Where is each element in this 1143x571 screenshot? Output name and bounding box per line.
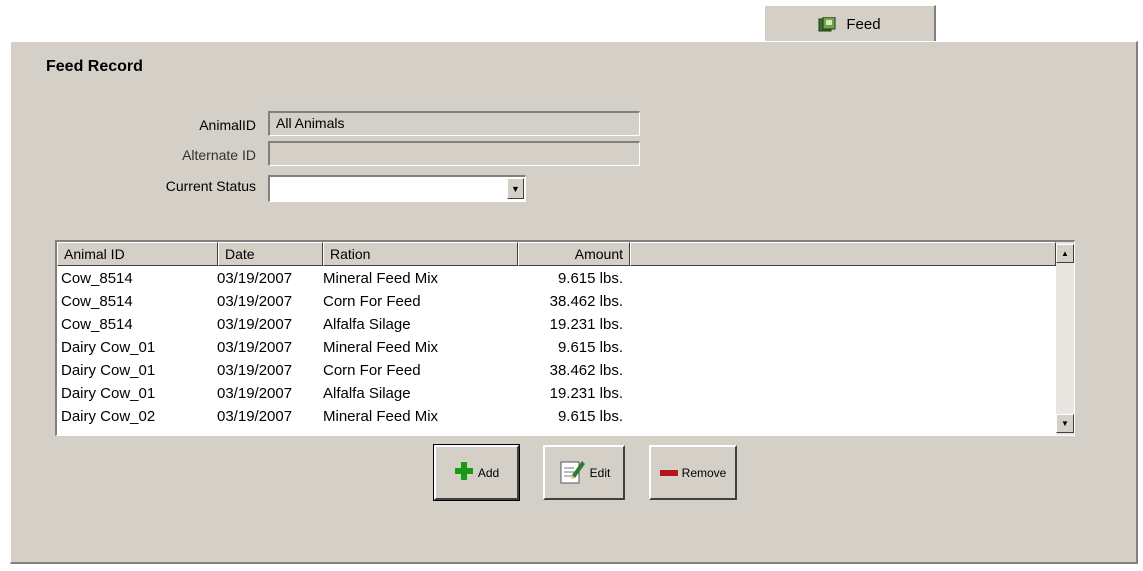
- add-button-label: Add: [477, 465, 500, 480]
- cell-date: 03/19/2007: [217, 408, 293, 425]
- cell-ration: Mineral Feed Mix: [323, 408, 439, 425]
- minus-icon: [659, 466, 678, 480]
- remove-button[interactable]: Remove: [649, 445, 737, 500]
- edit-button-label: Edit: [589, 465, 611, 480]
- current-status-label: Current Status: [165, 178, 256, 194]
- cell-amount: 19.231 lbs.: [549, 385, 623, 402]
- cell-date: 03/19/2007: [217, 385, 293, 402]
- feed-book-icon: [818, 16, 836, 33]
- cell-date: 03/19/2007: [217, 293, 293, 310]
- edit-button[interactable]: Edit: [543, 445, 625, 500]
- cell-amount: 19.231 lbs.: [549, 316, 623, 333]
- cell-animal-id: Cow_8514: [61, 316, 133, 333]
- panel-title: Feed Record: [46, 58, 143, 75]
- table-row[interactable]: Dairy Cow_01 03/19/2007 Mineral Feed Mix…: [57, 337, 1047, 359]
- edit-pencil-icon: [558, 457, 586, 488]
- cell-ration: Mineral Feed Mix: [323, 339, 439, 356]
- column-header-date[interactable]: Date: [218, 242, 323, 266]
- cell-amount: 38.462 lbs.: [549, 293, 623, 310]
- cell-animal-id: Dairy Cow_01: [61, 385, 156, 402]
- remove-button-label: Remove: [681, 465, 727, 480]
- cell-ration: Alfalfa Silage: [323, 316, 411, 333]
- column-header-ration[interactable]: Ration: [323, 242, 518, 266]
- cell-amount: 9.615 lbs.: [557, 408, 623, 425]
- table-row[interactable]: Cow_8514 03/19/2007 Mineral Feed Mix 9.6…: [57, 268, 1047, 290]
- cell-ration: Mineral Feed Mix: [323, 270, 439, 287]
- scroll-down-icon[interactable]: ▼: [1056, 414, 1074, 433]
- column-header-filler: [630, 242, 1056, 266]
- tab-feed[interactable]: Feed: [764, 5, 936, 43]
- cell-ration: Corn For Feed: [323, 362, 421, 379]
- cell-animal-id: Cow_8514: [61, 270, 133, 287]
- animal-id-field[interactable]: All Animals: [268, 111, 640, 136]
- feed-records-grid[interactable]: Animal ID Date Ration Amount Cow_8514 03…: [55, 240, 1075, 436]
- cell-amount: 38.462 lbs.: [549, 362, 623, 379]
- table-row[interactable]: Cow_8514 03/19/2007 Alfalfa Silage 19.23…: [57, 314, 1047, 336]
- cell-date: 03/19/2007: [217, 339, 293, 356]
- cell-date: 03/19/2007: [217, 270, 293, 287]
- alternate-id-field[interactable]: [268, 141, 640, 166]
- cell-animal-id: Cow_8514: [61, 293, 133, 310]
- cell-amount: 9.615 lbs.: [557, 339, 623, 356]
- cell-date: 03/19/2007: [217, 316, 293, 333]
- column-header-animal-id[interactable]: Animal ID: [57, 242, 218, 266]
- cell-ration: Alfalfa Silage: [323, 385, 411, 402]
- add-button[interactable]: Add: [433, 444, 520, 501]
- dropdown-arrow-icon[interactable]: ▼: [507, 178, 524, 199]
- cell-amount: 9.615 lbs.: [557, 270, 623, 287]
- tab-feed-label: Feed: [846, 16, 881, 33]
- table-row[interactable]: Dairy Cow_01 03/19/2007 Corn For Feed 38…: [57, 360, 1047, 382]
- scroll-up-icon[interactable]: ▲: [1056, 244, 1074, 263]
- table-row[interactable]: Cow_8514 03/19/2007 Corn For Feed 38.462…: [57, 291, 1047, 313]
- alternate-id-label: Alternate ID: [182, 147, 256, 163]
- animal-id-label: AnimalID: [199, 117, 256, 133]
- vertical-scrollbar[interactable]: ▲ ▼: [1056, 242, 1074, 435]
- table-row[interactable]: Dairy Cow_02 03/19/2007 Mineral Feed Mix…: [57, 406, 1047, 428]
- column-header-amount[interactable]: Amount: [518, 242, 630, 266]
- cell-date: 03/19/2007: [217, 362, 293, 379]
- cell-ration: Corn For Feed: [323, 293, 421, 310]
- table-row[interactable]: Dairy Cow_01 03/19/2007 Alfalfa Silage 1…: [57, 383, 1047, 405]
- current-status-select[interactable]: ▼: [268, 175, 526, 202]
- plus-icon: [454, 461, 474, 484]
- cell-animal-id: Dairy Cow_01: [61, 339, 156, 356]
- cell-animal-id: Dairy Cow_02: [61, 408, 156, 425]
- cell-animal-id: Dairy Cow_01: [61, 362, 156, 379]
